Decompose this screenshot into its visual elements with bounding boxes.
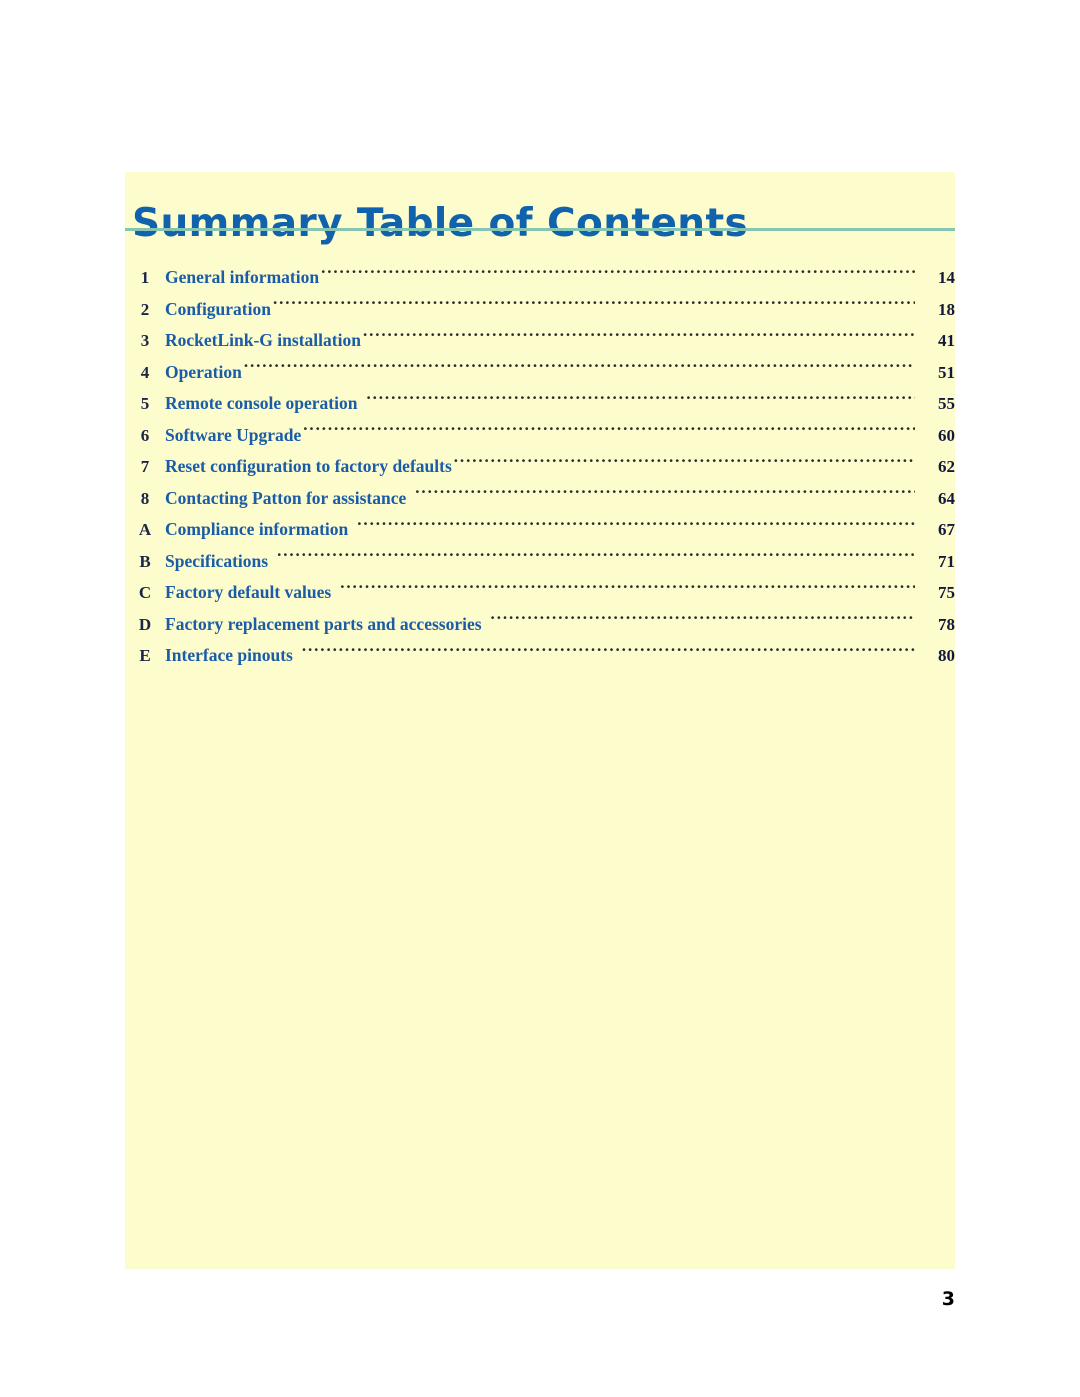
toc-entry-page: 64 — [938, 488, 955, 508]
page-number: 3 — [941, 1288, 955, 1310]
toc-entry-number: 5 — [140, 394, 150, 413]
toc-dot-leader — [454, 455, 915, 473]
toc-entry-page: 62 — [938, 457, 955, 476]
toc-entry[interactable]: 4 Operation 51 — [125, 357, 955, 389]
toc-entry-number: 4 — [140, 362, 150, 382]
toc-dot-leader — [321, 266, 915, 284]
toc-dot-leader — [340, 581, 915, 599]
toc-entry-page: 51 — [938, 362, 955, 382]
toc-entry-page: 75 — [938, 583, 955, 602]
toc-entry-page: 55 — [938, 394, 955, 413]
toc-entry[interactable]: 2 Configuration 18 — [125, 294, 955, 326]
toc-entry-number: 3 — [140, 331, 150, 350]
toc-entry-label: RocketLink-G installation — [165, 330, 361, 350]
toc-entry-number: C — [138, 583, 152, 602]
toc-entry[interactable]: 6 Software Upgrade 60 — [125, 420, 955, 452]
toc-entry[interactable]: 5 Remote console operation 55 — [125, 388, 955, 420]
toc-entry[interactable]: C Factory default values 75 — [125, 577, 955, 609]
toc-entry-label: General information — [165, 267, 320, 287]
toc-entry-page: 14 — [938, 268, 955, 287]
toc-entry-number: B — [139, 551, 151, 571]
toc-entry-label: Factory replacement parts and accessorie… — [165, 613, 482, 634]
toc-entry-page: 18 — [938, 299, 955, 319]
toc-dot-leader — [415, 486, 915, 504]
toc-entry[interactable]: D Factory replacement parts and accessori… — [125, 609, 955, 641]
toc-entry-page: 71 — [938, 551, 955, 571]
toc-entry-label: Reset configuration to factory defaults — [165, 456, 452, 476]
toc-entry-label: Remote console operation — [165, 393, 358, 413]
toc-entry-number: 8 — [140, 488, 150, 508]
toc-entry[interactable]: A Compliance information 67 — [125, 514, 955, 546]
toc-entry-number: A — [138, 520, 152, 539]
toc-entry-number: E — [139, 646, 151, 665]
toc-dot-leader — [273, 297, 915, 315]
toc-entry[interactable]: 7 Reset configuration to factory defaults… — [125, 451, 955, 483]
toc-dot-leader — [363, 329, 915, 347]
toc-entry-label: Interface pinouts — [165, 645, 293, 665]
toc-dot-leader — [277, 549, 915, 567]
table-of-contents: 1General information142Configuration183R… — [125, 262, 955, 672]
toc-entry-label: Contacting Patton for assistance — [165, 487, 407, 508]
toc-entry-page: 67 — [938, 520, 955, 539]
toc-entry-page: 78 — [938, 614, 955, 634]
toc-dot-leader — [366, 392, 915, 410]
toc-dot-leader — [357, 518, 915, 536]
toc-entry[interactable]: 1 General information 14 — [125, 262, 955, 294]
toc-entry[interactable]: B Specifications 71 — [125, 546, 955, 578]
toc-dot-leader — [244, 360, 915, 378]
toc-entry-page: 41 — [938, 331, 955, 350]
toc-dot-leader — [491, 612, 915, 630]
toc-dot-leader — [302, 644, 915, 662]
toc-entry-label: Factory default values — [165, 582, 332, 602]
toc-entry-number: 2 — [140, 299, 150, 319]
toc-entry-page: 80 — [938, 646, 955, 665]
toc-entry-number: D — [138, 614, 152, 634]
toc-entry-label: Configuration — [165, 298, 271, 319]
toc-entry-label: Software Upgrade — [165, 424, 302, 445]
toc-dot-leader — [303, 423, 915, 441]
toc-entry-page: 60 — [938, 425, 955, 445]
toc-entry-number: 7 — [140, 457, 150, 476]
toc-entry-label: Specifications — [165, 550, 269, 571]
toc-entry-label: Compliance information — [165, 519, 349, 539]
toc-entry[interactable]: 8 Contacting Patton for assistance 64 — [125, 483, 955, 515]
toc-entry[interactable]: E Interface pinouts 80 — [125, 640, 955, 672]
toc-entry[interactable]: 3 RocketLink-G installation 41 — [125, 325, 955, 357]
toc-entry-number: 1 — [140, 268, 150, 287]
toc-entry-label: Operation — [165, 361, 242, 382]
page-title: Summary Table of Contents — [132, 201, 749, 247]
title-divider — [125, 228, 955, 231]
toc-entry-number: 6 — [140, 425, 150, 445]
